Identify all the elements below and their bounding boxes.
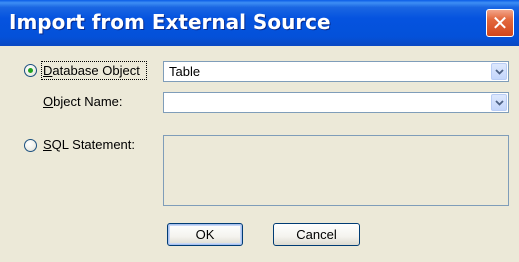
window-title: Import from External Source xyxy=(9,10,331,34)
radio-selected-dot xyxy=(28,68,33,73)
database-object-label[interactable]: Database Object xyxy=(43,63,140,79)
object-name-dropdown[interactable] xyxy=(163,92,509,113)
sql-statement-radio[interactable] xyxy=(24,139,37,152)
chevron-down-icon xyxy=(494,68,504,75)
object-name-label: Object Name: xyxy=(43,94,123,109)
sql-statement-label[interactable]: SQL Statement: xyxy=(43,137,135,153)
cancel-button[interactable]: Cancel xyxy=(273,223,360,246)
object-name-dropdown-button[interactable] xyxy=(491,94,507,111)
object-type-dropdown[interactable]: Table xyxy=(163,61,509,82)
chevron-down-icon xyxy=(494,99,504,106)
close-button[interactable]: ✕ xyxy=(486,9,514,37)
object-type-value: Table xyxy=(169,64,201,79)
title-bar[interactable]: Import from External Source ✕ xyxy=(0,0,519,46)
ok-button[interactable]: OK xyxy=(167,223,243,246)
sql-statement-textarea[interactable] xyxy=(163,135,509,206)
import-dialog: Import from External Source ✕ Database O… xyxy=(0,0,519,262)
database-object-radio[interactable] xyxy=(24,64,37,77)
close-icon: ✕ xyxy=(491,11,509,35)
object-type-dropdown-button[interactable] xyxy=(491,63,507,80)
